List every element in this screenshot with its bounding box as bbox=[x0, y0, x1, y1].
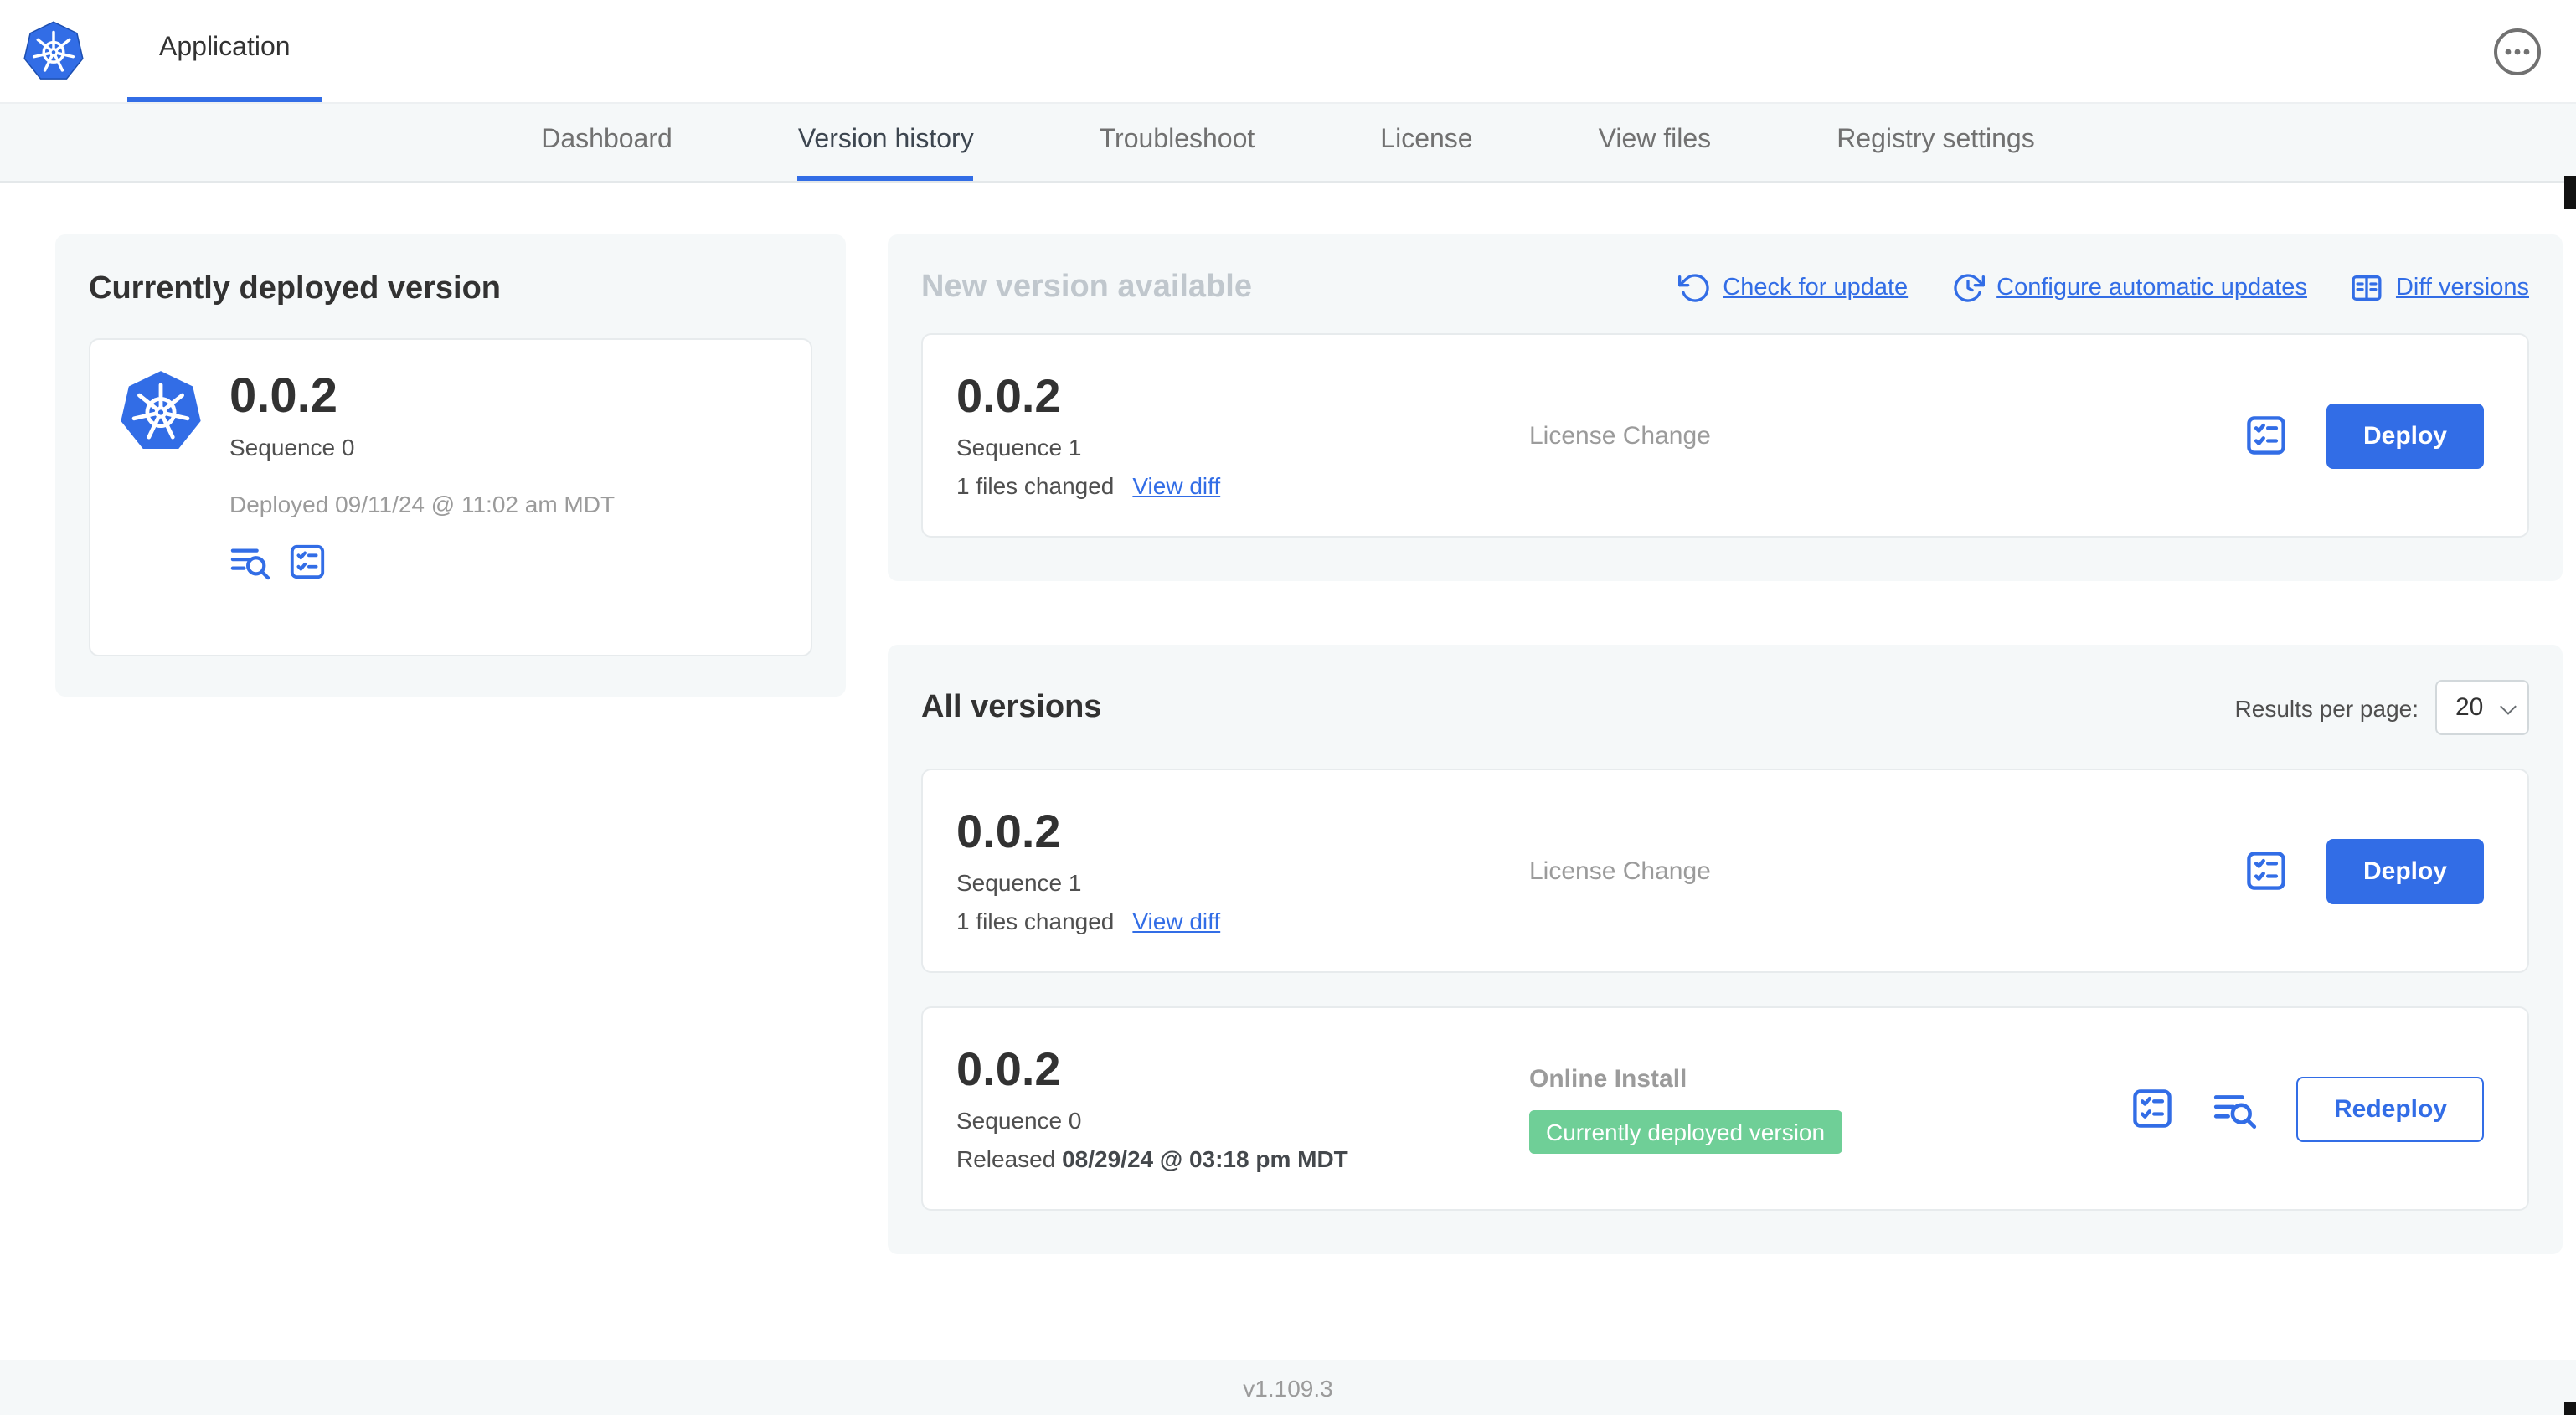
sequence-label: Sequence 0 bbox=[229, 434, 355, 461]
preflight-checks-icon bbox=[290, 545, 325, 579]
subnav: Dashboard Version history Troubleshoot L… bbox=[0, 104, 2576, 183]
release-notes-button[interactable] bbox=[2213, 1088, 2259, 1129]
results-per-page-select[interactable]: 20 bbox=[2435, 680, 2529, 735]
diff-icon bbox=[2352, 275, 2383, 301]
main-content: Currently deployed version 0.0.2 Sequenc… bbox=[0, 183, 2576, 1360]
released-timestamp: Released 08/29/24 @ 03:18 pm MDT bbox=[956, 1145, 1348, 1173]
preflight-checks-button[interactable] bbox=[2131, 1087, 2175, 1130]
preflight-checks-icon bbox=[2247, 852, 2285, 890]
all-versions-panel: All versions Results per page: 20 0.0.2 … bbox=[888, 645, 2563, 1254]
new-version-title: New version available bbox=[921, 270, 1252, 305]
files-changed-label: 1 files changed bbox=[956, 908, 1115, 935]
view-diff-link[interactable]: View diff bbox=[1132, 473, 1220, 500]
deployed-timestamp: Deployed 09/11/24 @ 11:02 am MDT bbox=[229, 491, 616, 518]
sequence-label: Sequence 0 bbox=[956, 1107, 1082, 1135]
tab-registry-settings[interactable]: Registry settings bbox=[1837, 104, 2035, 181]
tab-application-label: Application bbox=[159, 33, 291, 62]
version-row: 0.0.2 Sequence 1 1 files changed View di… bbox=[921, 769, 2529, 973]
preflight-checks-button[interactable] bbox=[2244, 849, 2288, 893]
ellipsis-icon bbox=[2494, 28, 2541, 75]
files-changed-label: 1 files changed bbox=[956, 472, 1115, 500]
version-number: 0.0.2 bbox=[956, 805, 1061, 857]
version-source-label: License Change bbox=[1529, 421, 1711, 450]
all-versions-title: All versions bbox=[921, 689, 1102, 724]
release-notes-button[interactable] bbox=[229, 543, 271, 582]
scrollbar-thumb[interactable] bbox=[2564, 1402, 2576, 1415]
tab-view-files[interactable]: View files bbox=[1599, 104, 1712, 181]
deploy-button[interactable]: Deploy bbox=[2326, 838, 2484, 903]
deployed-actions bbox=[229, 543, 615, 582]
version-source-label: License Change bbox=[1529, 857, 1711, 885]
console-version-label: v1.109.3 bbox=[1243, 1374, 1333, 1401]
version-number: 0.0.2 bbox=[229, 370, 337, 424]
version-number: 0.0.2 bbox=[956, 369, 1061, 422]
currently-deployed-badge: Currently deployed version bbox=[1529, 1109, 1842, 1153]
right-column: New version available Check for update C… bbox=[888, 234, 2563, 1254]
results-per-page: Results per page: 20 bbox=[2235, 680, 2529, 735]
kubernetes-logo-icon bbox=[22, 0, 85, 102]
new-version-panel: New version available Check for update C… bbox=[888, 234, 2563, 581]
tab-version-history[interactable]: Version history bbox=[797, 104, 974, 181]
preflight-checks-button[interactable] bbox=[2244, 414, 2288, 457]
app-footer: v1.109.3 bbox=[0, 1360, 2576, 1415]
currently-deployed-title: Currently deployed version bbox=[89, 271, 502, 306]
diff-versions-link[interactable]: Diff versions bbox=[2351, 271, 2529, 305]
deployed-version-info: 0.0.2 Sequence 0 Deployed 09/11/24 @ 11:… bbox=[229, 368, 615, 626]
version-actions: Check for update Configure automatic upd… bbox=[1677, 271, 2529, 305]
version-source-label: Online Install bbox=[1529, 1064, 1687, 1093]
refresh-icon bbox=[1677, 274, 1708, 302]
configure-automatic-updates-link[interactable]: Configure automatic updates bbox=[1951, 271, 2307, 305]
kubernetes-icon bbox=[117, 368, 204, 626]
version-row: 0.0.2 Sequence 0 Released 08/29/24 @ 03:… bbox=[921, 1006, 2529, 1211]
currently-deployed-panel: Currently deployed version 0.0.2 Sequenc… bbox=[55, 234, 846, 697]
version-number: 0.0.2 bbox=[956, 1042, 1061, 1095]
check-for-update-link[interactable]: Check for update bbox=[1677, 271, 1908, 305]
release-notes-icon bbox=[230, 549, 270, 581]
preflight-checks-icon bbox=[2247, 416, 2285, 455]
tab-application[interactable]: Application bbox=[127, 0, 322, 102]
tab-license[interactable]: License bbox=[1380, 104, 1472, 181]
redeploy-button[interactable]: Redeploy bbox=[2296, 1076, 2484, 1141]
preflight-checks-icon bbox=[2134, 1089, 2172, 1128]
preflight-checks-button[interactable] bbox=[288, 543, 327, 582]
more-menu-button[interactable] bbox=[2492, 26, 2543, 76]
scrollbar-thumb[interactable] bbox=[2564, 176, 2576, 209]
tab-dashboard[interactable]: Dashboard bbox=[541, 104, 672, 181]
tab-troubleshoot[interactable]: Troubleshoot bbox=[1100, 104, 1255, 181]
new-version-card: 0.0.2 Sequence 1 1 files changed View di… bbox=[921, 333, 2529, 538]
app-header: Application bbox=[0, 0, 2576, 104]
view-diff-link[interactable]: View diff bbox=[1132, 908, 1220, 935]
results-per-page-label: Results per page: bbox=[2234, 694, 2419, 721]
deploy-button[interactable]: Deploy bbox=[2326, 403, 2484, 468]
sequence-label: Sequence 1 bbox=[956, 434, 1082, 461]
clock-refresh-icon bbox=[1954, 274, 1986, 302]
sequence-label: Sequence 1 bbox=[956, 869, 1082, 897]
deployed-version-card: 0.0.2 Sequence 0 Deployed 09/11/24 @ 11:… bbox=[89, 338, 812, 656]
app-window: Application Dashboard Version history Tr… bbox=[0, 0, 2576, 1415]
release-notes-icon bbox=[2214, 1094, 2258, 1129]
